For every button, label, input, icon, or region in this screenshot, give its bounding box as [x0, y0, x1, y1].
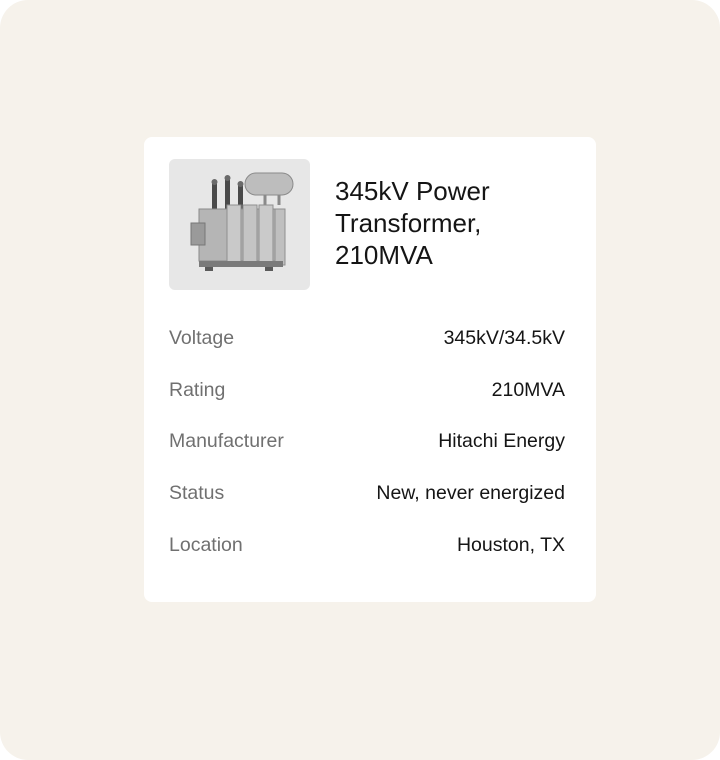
spec-label: Voltage	[169, 327, 235, 350]
spec-row-voltage: Voltage 345kV/34.5kV	[169, 313, 565, 365]
spec-row-status: Status New, never energized	[169, 468, 565, 520]
page-background: 345kV Power Transformer, 210MVA Voltage …	[0, 0, 720, 760]
spec-label: Manufacturer	[169, 430, 284, 453]
transformer-listing-card[interactable]: 345kV Power Transformer, 210MVA Voltage …	[144, 137, 596, 602]
spec-value: 345kV/34.5kV	[443, 327, 565, 350]
spec-row-manufacturer: Manufacturer Hitachi Energy	[169, 416, 565, 468]
listing-title: 345kV Power Transformer, 210MVA	[335, 176, 490, 270]
spec-label: Status	[169, 482, 225, 505]
transformer-thumbnail	[169, 159, 310, 290]
spec-value: 210MVA	[491, 378, 565, 401]
spec-row-location: Location Houston, TX	[169, 519, 565, 571]
spec-row-rating: Rating 210MVA	[169, 365, 565, 417]
spec-value: Hitachi Energy	[438, 430, 565, 453]
spec-label: Location	[169, 533, 243, 556]
spec-list: Voltage 345kV/34.5kV Rating 210MVA Manuf…	[169, 313, 565, 571]
spec-value: New, never energized	[376, 482, 565, 505]
transformer-icon	[190, 172, 294, 271]
spec-label: Rating	[169, 378, 226, 401]
spec-value: Houston, TX	[456, 533, 565, 556]
